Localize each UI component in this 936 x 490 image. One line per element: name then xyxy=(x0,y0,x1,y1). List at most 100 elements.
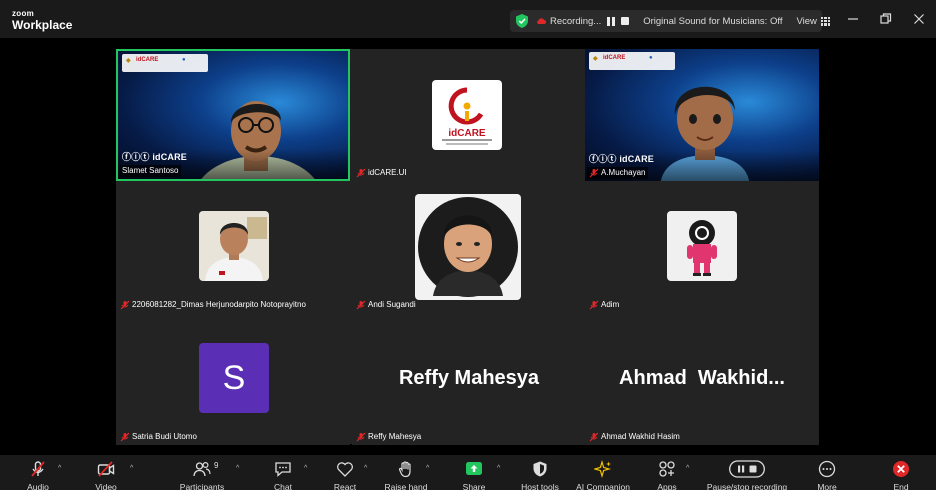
host-tools-label: Host tools xyxy=(521,482,559,490)
raise-hand-icon xyxy=(398,461,411,478)
restore-button[interactable] xyxy=(879,12,893,26)
apps-label: Apps xyxy=(657,482,677,490)
raise-hand-button[interactable]: Raise hand xyxy=(383,455,429,490)
muted-mic-icon xyxy=(120,432,130,442)
share-options-caret[interactable]: ^ xyxy=(497,465,500,472)
participant-name: Ahmad Wakhid Hasim xyxy=(587,431,683,443)
participant-avatar: S xyxy=(199,343,269,413)
participants-button[interactable]: 9 Participants xyxy=(176,455,228,490)
participant-name-label: 2206081282_Dimas Herjunodarpito Notopray… xyxy=(132,300,306,309)
title-bar: zoom Workplace Recording... Original Sou… xyxy=(0,0,936,38)
apps-options-caret[interactable]: ^ xyxy=(686,465,689,472)
more-label: More xyxy=(817,482,837,490)
shield-icon[interactable] xyxy=(516,14,528,28)
svg-text:idCARE: idCARE xyxy=(448,128,486,139)
avatar-initial: S xyxy=(222,358,246,397)
participant-video: ◆ idCARE ● ⓕⓘⓣ idCARE xyxy=(585,49,819,181)
participant-tile[interactable]: ◆ idCARE ● ⓕⓘⓣ idCARE A.Muchayan xyxy=(585,49,819,181)
share-button[interactable]: Share xyxy=(459,455,489,490)
end-label: End xyxy=(893,482,909,490)
participant-tile[interactable]: Adim xyxy=(585,181,819,313)
view-label: View xyxy=(796,15,817,27)
shield-icon xyxy=(533,461,547,477)
idcare-logo-icon: idCARE xyxy=(442,87,492,145)
participant-tile[interactable]: Ahmad Wakhid... Ahmad Wakhid Hasim xyxy=(585,313,819,445)
grid-icon xyxy=(820,16,830,26)
ai-companion-button[interactable]: AI Companion xyxy=(572,455,634,490)
participant-name-label: idCARE.UI xyxy=(368,168,407,177)
participant-name-label: Reffy Mahesya xyxy=(368,432,422,441)
chat-button[interactable]: Chat xyxy=(268,455,298,490)
participant-tile[interactable]: Andi Sugandi xyxy=(352,181,586,313)
chat-label: Chat xyxy=(274,482,292,490)
original-sound-toggle[interactable]: Original Sound for Musicians: Off xyxy=(643,16,782,27)
share-screen-icon xyxy=(466,462,482,475)
audio-options-caret[interactable]: ^ xyxy=(58,465,61,472)
chat-icon xyxy=(275,462,291,477)
participant-name: Andi Sugandi xyxy=(354,299,419,311)
mic-muted-icon xyxy=(31,461,45,477)
participant-tile[interactable]: Reffy Mahesya Reffy Mahesya xyxy=(352,313,586,445)
participants-count: 9 xyxy=(214,461,219,470)
meeting-status-bar: Recording... Original Sound for Musician… xyxy=(510,10,830,32)
raise-hand-options-caret[interactable]: ^ xyxy=(426,465,429,472)
participant-tile[interactable]: S Satria Budi Utomo xyxy=(116,313,350,445)
participant-tile[interactable]: ◆ idCARE ● ⓕⓘⓣ idCARE Slamet Santoso xyxy=(116,49,350,181)
muted-mic-icon xyxy=(589,300,599,310)
muted-mic-icon xyxy=(120,300,130,310)
participant-name: Slamet Santoso xyxy=(120,165,182,177)
heart-icon xyxy=(337,462,353,477)
react-button[interactable]: React xyxy=(330,455,360,490)
pause-stop-recording-icon xyxy=(729,460,765,478)
raise-hand-label: Raise hand xyxy=(384,482,428,490)
participant-name: Satria Budi Utomo xyxy=(118,431,200,443)
pause-recording-icon[interactable] xyxy=(607,16,616,26)
chat-options-caret[interactable]: ^ xyxy=(304,465,307,472)
social-handle-overlay: ⓕⓘⓣ idCARE xyxy=(589,154,655,164)
apps-button[interactable]: Apps xyxy=(652,455,682,490)
audio-label: Audio xyxy=(27,482,49,490)
participant-video: ◆ idCARE ● ⓕⓘⓣ idCARE xyxy=(118,51,348,179)
cloud-recording-icon xyxy=(537,18,546,24)
sparkle-icon xyxy=(594,460,612,478)
brand-large: Workplace xyxy=(12,18,73,32)
profile-photo xyxy=(687,220,717,276)
participant-avatar: idCARE xyxy=(432,80,502,150)
participants-icon xyxy=(193,461,211,477)
brand-small: zoom xyxy=(12,9,35,18)
video-button[interactable]: Video xyxy=(86,455,126,490)
react-options-caret[interactable]: ^ xyxy=(364,465,367,472)
profile-photo xyxy=(418,197,518,297)
pause-stop-recording-label: Pause/stop recording xyxy=(706,482,788,490)
ai-companion-label: AI Companion xyxy=(576,482,630,490)
minimize-icon xyxy=(848,18,858,20)
end-call-icon xyxy=(893,461,909,477)
participant-tile[interactable]: idCARE idCARE.UI xyxy=(352,49,586,181)
participant-name: 2206081282_Dimas Herjunodarpito Notopray… xyxy=(118,299,309,311)
close-button[interactable] xyxy=(912,12,926,26)
participant-name: Reffy Mahesya xyxy=(354,431,424,443)
participant-tile[interactable]: 2206081282_Dimas Herjunodarpito Notopray… xyxy=(116,181,350,313)
participant-name: A.Muchayan xyxy=(587,167,649,179)
restore-icon xyxy=(880,13,892,24)
video-options-caret[interactable]: ^ xyxy=(130,465,133,472)
gallery-view: ◆ idCARE ● ⓕⓘⓣ idCARE Slamet Santoso idC… xyxy=(116,49,819,445)
audio-button[interactable]: Audio xyxy=(18,455,58,490)
host-tools-button[interactable]: Host tools xyxy=(515,455,565,490)
view-button[interactable]: View xyxy=(796,15,830,27)
minimize-button[interactable] xyxy=(846,12,860,26)
video-label: Video xyxy=(95,482,117,490)
muted-mic-icon xyxy=(589,432,599,442)
participants-label: Participants xyxy=(179,482,225,490)
muted-mic-icon xyxy=(356,300,366,310)
participant-display-name: Reffy Mahesya xyxy=(398,367,540,389)
end-meeting-button[interactable]: End xyxy=(886,455,916,490)
more-button[interactable]: More xyxy=(812,455,842,490)
participants-options-caret[interactable]: ^ xyxy=(236,465,239,472)
social-handle-overlay: ⓕⓘⓣ idCARE xyxy=(122,152,188,162)
participant-display-name: Ahmad Wakhid... xyxy=(619,367,785,389)
stop-recording-icon[interactable] xyxy=(621,17,630,25)
share-label: Share xyxy=(462,482,486,490)
participant-name-label: Ahmad Wakhid Hasim xyxy=(601,432,680,441)
pause-stop-recording-button[interactable]: Pause/stop recording xyxy=(702,455,792,490)
